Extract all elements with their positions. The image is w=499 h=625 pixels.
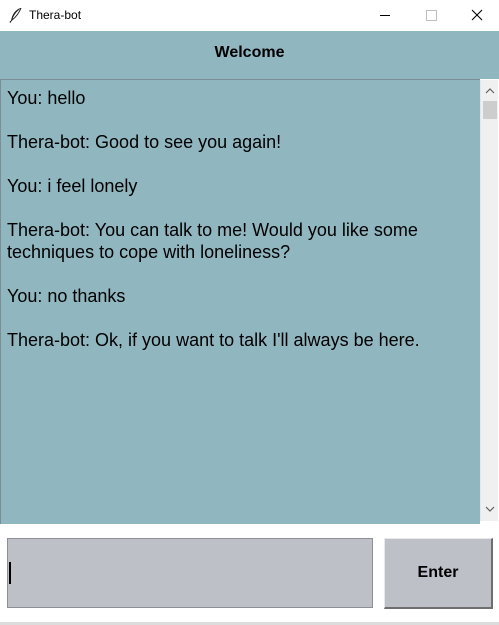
chat-log-area[interactable]: You: hello Thera-bot: Good to see you ag… <box>0 79 480 524</box>
scroll-down-arrow-icon[interactable] <box>481 502 499 516</box>
header: Welcome <box>0 31 499 79</box>
input-bar: Enter <box>0 524 499 625</box>
minimize-button[interactable] <box>362 0 408 31</box>
enter-button[interactable]: Enter <box>384 538 493 609</box>
chat-message: Thera-bot: You can talk to me! Would you… <box>7 220 418 262</box>
title-bar[interactable]: Thera-bot <box>0 0 499 31</box>
feather-icon <box>9 7 22 23</box>
chat-message: Thera-bot: Good to see you again! <box>7 132 282 152</box>
maximize-button[interactable] <box>408 0 454 31</box>
chat-log: You: hello Thera-bot: Good to see you ag… <box>7 87 473 373</box>
scrollbar-thumb[interactable] <box>483 101 497 119</box>
page-title: Welcome <box>214 44 285 61</box>
app-window: Thera-bot Welcome You: hello Thera-bot: … <box>0 0 499 625</box>
maximize-icon <box>426 10 437 21</box>
scroll-up-arrow-icon[interactable] <box>481 84 499 98</box>
chat-message: Thera-bot: Ok, if you want to talk I'll … <box>7 330 420 350</box>
text-cursor <box>9 562 11 584</box>
chat-message: You: hello <box>7 88 86 108</box>
window-title: Thera-bot <box>29 8 82 22</box>
minimize-icon <box>380 15 390 16</box>
message-input[interactable] <box>7 538 373 608</box>
chat-message: You: no thanks <box>7 286 126 306</box>
close-button[interactable] <box>454 0 499 31</box>
vertical-scrollbar[interactable] <box>480 80 498 521</box>
close-icon <box>471 9 483 21</box>
chat-message: You: i feel lonely <box>7 176 138 196</box>
